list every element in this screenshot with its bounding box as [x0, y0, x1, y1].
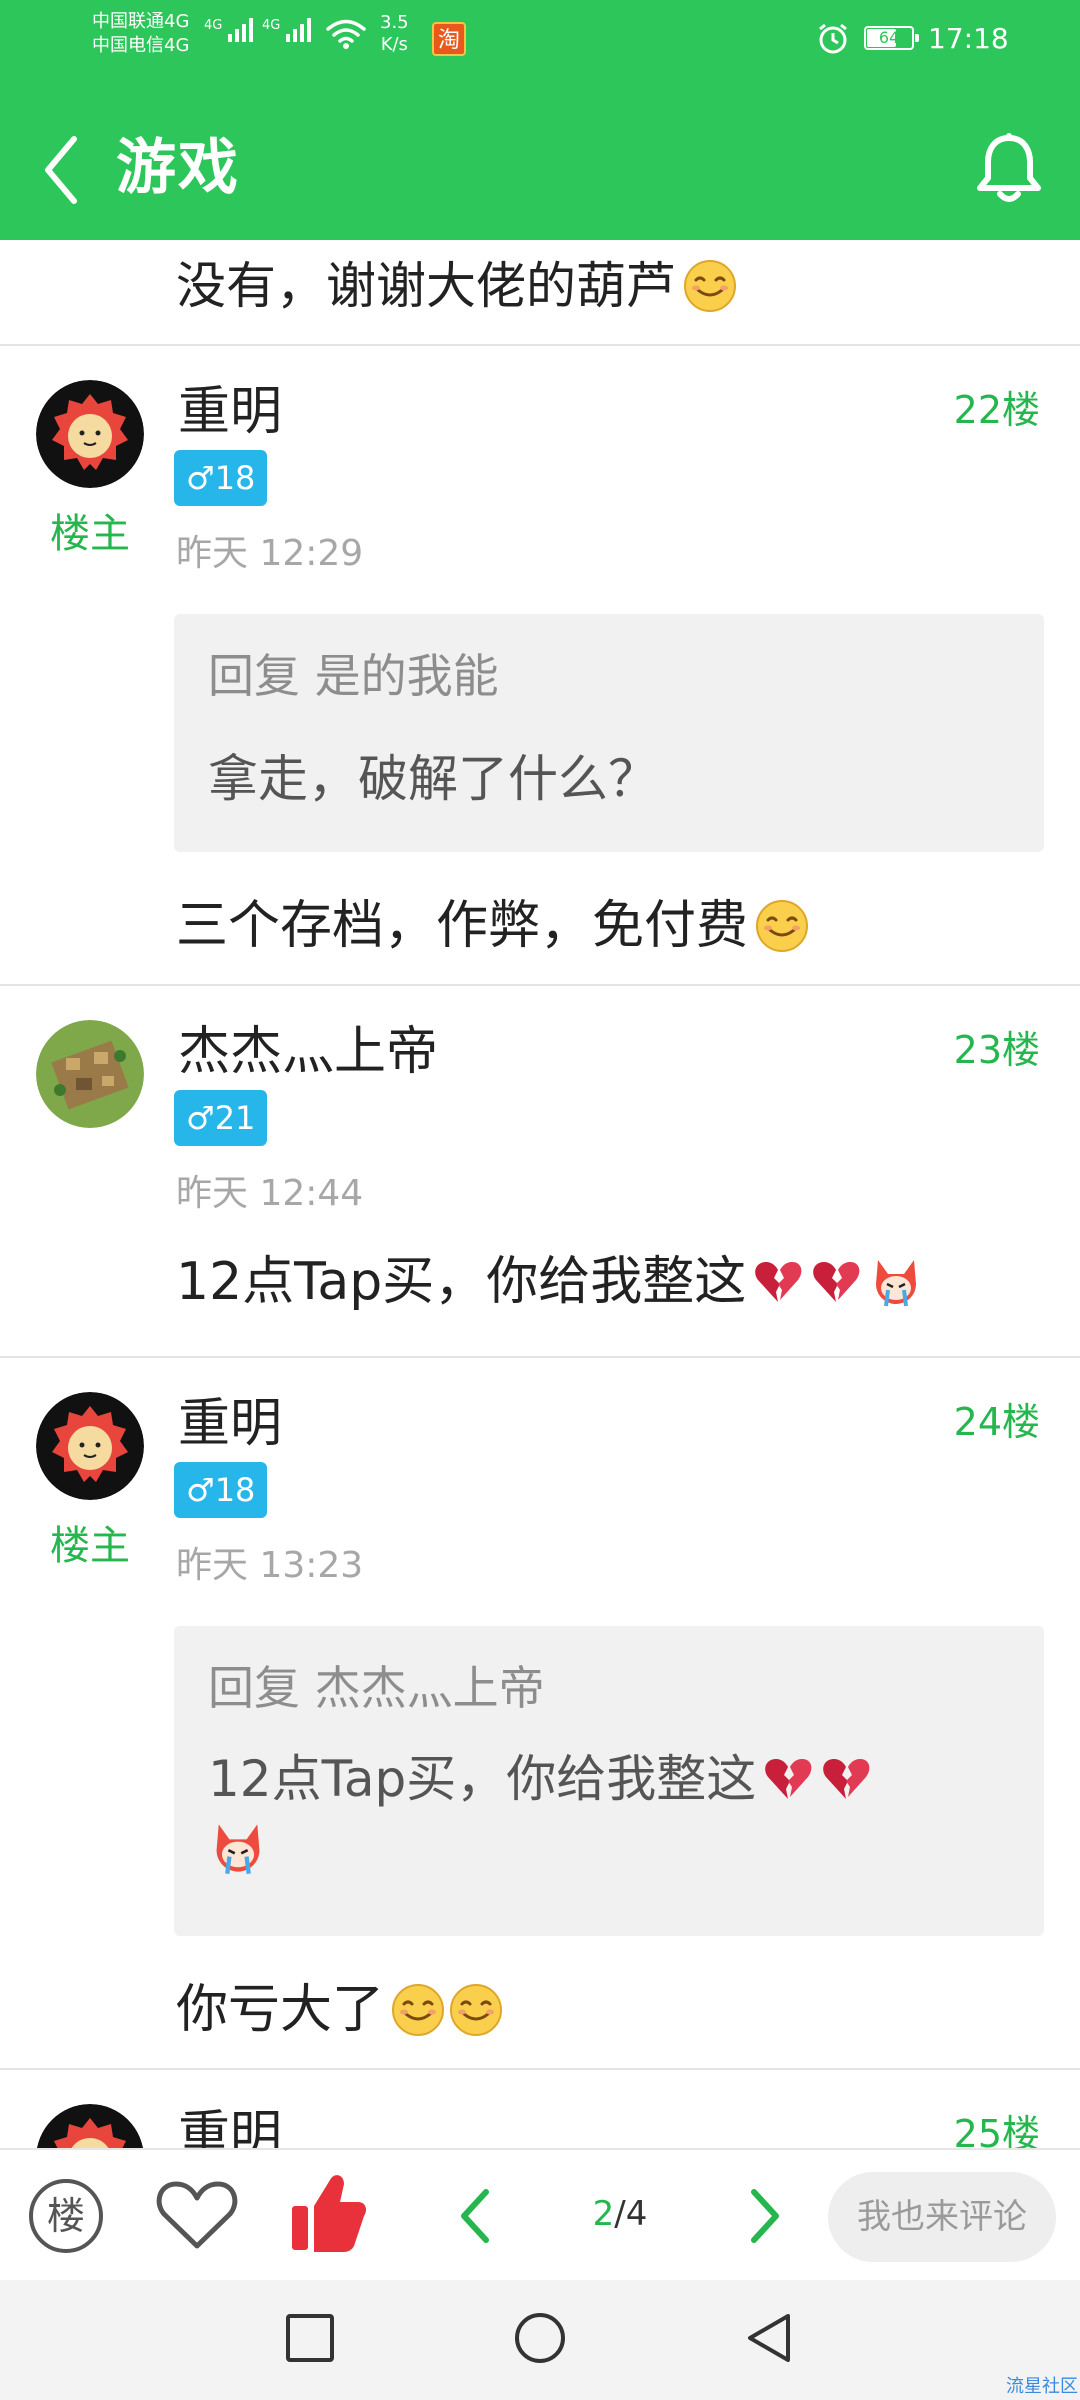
broken-heart-icon	[755, 1262, 802, 1302]
reply-item: 重明 25楼	[0, 2070, 1080, 2148]
bell-icon[interactable]	[974, 132, 1044, 204]
floor-jump-label: 楼	[47, 2194, 85, 2238]
carrier-2: 中国电信4G	[92, 35, 190, 56]
network-speed: 3.5 K/s	[380, 12, 409, 55]
post-time: 昨天 12:44	[176, 1173, 364, 1214]
quote-text: 12点Tap买，你给我整这	[208, 1750, 757, 1808]
post-time: 昨天 13:23	[176, 1545, 364, 1586]
signal-icon-2: 4G	[262, 18, 312, 42]
back-icon[interactable]	[742, 2310, 798, 2366]
previous-page-arrow-icon[interactable]	[456, 2186, 496, 2246]
signal-icon: 4G	[204, 18, 254, 42]
username[interactable]: 重明	[178, 2104, 282, 2148]
broken-heart-icon	[813, 1262, 860, 1302]
post-time: 昨天 12:29	[176, 533, 364, 574]
reply-item: 楼主 重明 22楼 ♂18 昨天 12:29 回复 是的我能 拿走，破解了什么？…	[0, 344, 1080, 986]
gender-age-badge: ♂18	[174, 450, 268, 506]
crying-fox-icon	[876, 1260, 917, 1307]
status-time: 17:18	[928, 22, 1009, 55]
quote-text: 拿走，破解了什么？	[208, 750, 658, 808]
smile-emoji-icon	[450, 1984, 503, 2036]
floor-number: 25楼	[953, 2112, 1040, 2148]
total-pages: /4	[614, 2194, 648, 2234]
comment-input-button[interactable]: 我也来评论	[828, 2172, 1056, 2262]
battery-icon: 64	[864, 26, 919, 50]
username[interactable]: 重明	[178, 1392, 282, 1456]
broken-heart-icon	[765, 1759, 812, 1799]
quoted-reply[interactable]: 回复 是的我能 拿走，破解了什么？	[174, 614, 1044, 852]
watermark: 流星社区	[1006, 2376, 1078, 2397]
reply-item: 楼主 重明 24楼 ♂18 昨天 13:23 回复 杰杰灬上帝 12点Tap买，…	[0, 1358, 1080, 2070]
back-arrow-icon[interactable]	[42, 135, 82, 205]
system-navigation-bar: 流星社区	[0, 2280, 1080, 2400]
floor-number: 24楼	[953, 1400, 1040, 1444]
reply-list[interactable]: 没有，谢谢大佬的葫芦 楼主 重明 22楼 ♂18 昨天 12:29 回复 是的我…	[0, 240, 1080, 2148]
username[interactable]: 重明	[178, 380, 282, 444]
floor-jump-button[interactable]: 楼	[26, 2176, 106, 2256]
top-bar: 中国联通4G 中国电信4G 4G 4G 3.5 K/s 淘 64 17:18 游…	[0, 0, 1080, 240]
home-icon[interactable]	[512, 2310, 568, 2366]
page-title: 游戏	[116, 133, 240, 203]
floor-number: 22楼	[953, 388, 1040, 432]
quote-header: 回复 杰杰灬上帝	[208, 1661, 545, 1715]
status-bar: 中国联通4G 中国电信4G 4G 4G 3.5 K/s 淘 64 17:18	[0, 0, 1080, 80]
reply-text: 三个存档，作弊，免付费	[176, 896, 749, 956]
smile-emoji-icon	[392, 1984, 445, 2036]
smile-emoji-icon	[756, 900, 809, 952]
quoted-reply[interactable]: 回复 杰杰灬上帝 12点Tap买，你给我整这	[174, 1626, 1044, 1936]
reply-text: 没有，谢谢大佬的葫芦	[176, 257, 676, 315]
smile-emoji-icon	[684, 260, 736, 312]
carrier-info: 中国联通4G 中国电信4G	[92, 10, 189, 58]
avatar[interactable]	[36, 380, 144, 488]
avatar[interactable]	[36, 1020, 144, 1128]
taobao-app-icon: 淘	[432, 22, 466, 56]
op-label: 楼主	[50, 511, 130, 557]
reply-text: 12点Tap买，你给我整这	[176, 1252, 747, 1312]
page-indicator[interactable]: 2/4	[580, 2190, 660, 2238]
avatar[interactable]	[36, 1392, 144, 1500]
alarm-icon	[819, 23, 847, 54]
gender-age-badge: ♂21	[174, 1090, 268, 1146]
avatar[interactable]	[36, 2104, 144, 2148]
wifi-icon	[326, 19, 366, 49]
username[interactable]: 杰杰灬上帝	[178, 1020, 438, 1084]
previous-reply-tail: 没有，谢谢大佬的葫芦	[0, 240, 1080, 346]
header: 游戏	[0, 100, 1080, 240]
op-label: 楼主	[50, 1523, 130, 1569]
reply-text: 你亏大了	[176, 1980, 385, 2040]
carrier-1: 中国联通4G	[92, 11, 190, 32]
heart-icon[interactable]	[156, 2180, 238, 2252]
thumbs-up-icon[interactable]	[288, 2170, 368, 2254]
quote-header: 回复 是的我能	[208, 649, 499, 703]
current-page: 2	[592, 2194, 615, 2234]
reply-item: 杰杰灬上帝 23楼 ♂21 昨天 12:44 12点Tap买，你给我整这	[0, 986, 1080, 1358]
broken-heart-icon	[823, 1759, 870, 1799]
floor-number: 23楼	[953, 1028, 1040, 1072]
recent-apps-icon[interactable]	[282, 2310, 338, 2366]
bottom-toolbar: 楼 2/4 我也来评论	[0, 2148, 1080, 2282]
crying-fox-icon	[216, 1824, 260, 1874]
next-page-arrow-icon[interactable]	[744, 2186, 784, 2246]
gender-age-badge: ♂18	[174, 1462, 268, 1518]
